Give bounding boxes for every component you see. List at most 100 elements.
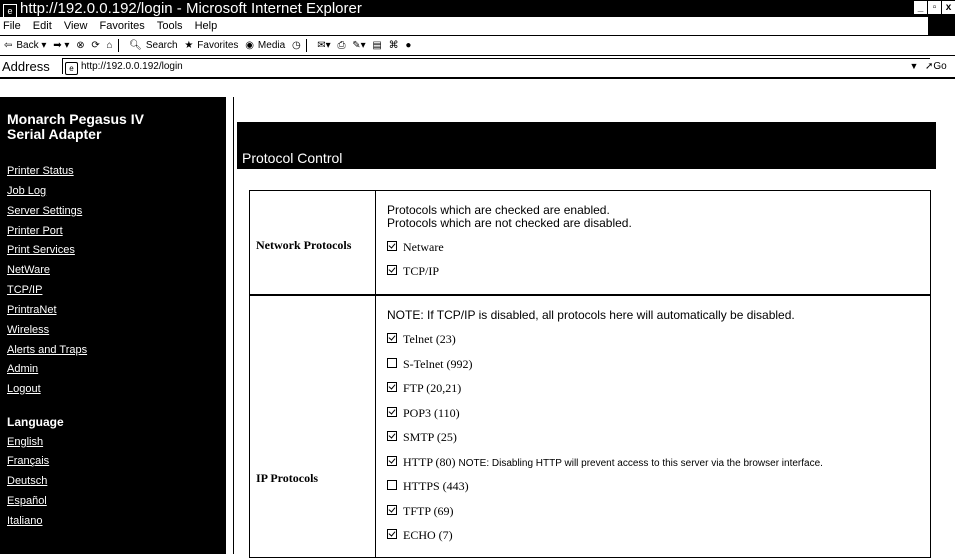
back-button[interactable]: ⇦ Back ▾ — [4, 40, 46, 51]
http-label: HTTP (80) — [403, 455, 456, 469]
menu-help[interactable]: Help — [195, 20, 218, 32]
echo-checkbox[interactable]: ECHO (7) — [387, 529, 453, 542]
sidebar: Monarch Pegasus IV Serial Adapter Printe… — [0, 97, 226, 554]
telnet-checkbox[interactable]: Telnet (23) — [387, 333, 456, 346]
go-label: Go — [933, 61, 947, 72]
checkbox-unchecked-icon — [387, 480, 397, 490]
close-button[interactable]: x — [942, 1, 955, 14]
checkbox-checked-icon — [387, 529, 397, 539]
page-title: Protocol Control — [242, 150, 343, 166]
minimize-button[interactable]: _ — [914, 1, 927, 14]
s-telnet-label: S-Telnet (992) — [403, 357, 473, 371]
window-controls: _ ▫ x — [914, 1, 955, 14]
sidebar-link-wireless[interactable]: Wireless — [7, 324, 49, 337]
product-title-line1: Monarch Pegasus IV — [7, 111, 144, 127]
sidebar-link-tcpip[interactable]: TCP/IP — [7, 284, 42, 297]
checkbox-checked-icon — [387, 241, 397, 251]
network-info-line2: Protocols which are not checked are disa… — [387, 216, 632, 230]
search-button[interactable]: 🔍︎ Search — [129, 40, 177, 51]
language-link-deutsch[interactable]: Deutsch — [7, 475, 47, 488]
page-icon: e — [65, 62, 78, 75]
sidebar-link-netware[interactable]: NetWare — [7, 264, 50, 277]
checkbox-checked-icon — [387, 333, 397, 343]
media-label: Media — [257, 40, 286, 51]
media-button[interactable]: ◉ Media — [245, 40, 285, 51]
home-icon[interactable]: ⌂ — [107, 40, 113, 51]
checkbox-checked-icon — [387, 505, 397, 515]
pop3-label: POP3 (110) — [403, 406, 460, 420]
http-checkbox[interactable]: HTTP (80) NOTE: Disabling HTTP will prev… — [387, 456, 823, 470]
address-url: http://192.0.0.192/login — [81, 61, 183, 72]
maximize-button[interactable]: ▫ — [928, 1, 941, 14]
telnet-label: Telnet (23) — [403, 332, 456, 346]
language-link-italiano[interactable]: Italiano — [7, 515, 42, 528]
network-protocols-row: Network Protocols Protocols which are ch… — [249, 190, 931, 296]
sidebar-link-job-log[interactable]: Job Log — [7, 185, 46, 198]
sidebar-link-server-settings[interactable]: Server Settings — [7, 205, 82, 218]
checkbox-checked-icon — [387, 456, 397, 466]
forward-button[interactable]: ➡ ▾ — [53, 40, 69, 51]
ip-protocols-label: IP Protocols — [256, 471, 319, 485]
address-input[interactable]: e http://192.0.0.192/login — [62, 58, 930, 75]
search-label: Search — [145, 40, 178, 51]
https-label: HTTPS (443) — [403, 479, 469, 493]
menu-tools[interactable]: Tools — [157, 20, 183, 32]
checkbox-checked-icon — [387, 382, 397, 392]
checkbox-unchecked-icon — [387, 358, 397, 368]
ip-protocols-row: IP Protocols NOTE: If TCP/IP is disabled… — [249, 294, 931, 558]
window-title-bar: e http://192.0.0.192/login - Microsoft In… — [0, 0, 955, 17]
page-header: Protocol Control — [237, 122, 936, 169]
print-icon[interactable]: ⎙ — [337, 40, 345, 51]
sidebar-link-printer-port[interactable]: Printer Port — [7, 225, 63, 238]
sidebar-link-printer-status[interactable]: Printer Status — [7, 165, 74, 178]
language-link-english[interactable]: English — [7, 436, 43, 449]
tftp-checkbox[interactable]: TFTP (69) — [387, 505, 454, 518]
ip-disabled-note: NOTE: If TCP/IP is disabled, all protoco… — [387, 308, 795, 322]
ip-protocols-label-cell: IP Protocols — [250, 295, 376, 557]
windows-logo-icon — [928, 17, 955, 35]
s-telnet-checkbox[interactable]: S-Telnet (992) — [387, 358, 472, 371]
sidebar-link-alerts-and-traps[interactable]: Alerts and Traps — [7, 344, 87, 357]
tftp-label: TFTP (69) — [403, 504, 454, 518]
product-title: Monarch Pegasus IV Serial Adapter — [7, 112, 144, 142]
sidebar-link-print-services[interactable]: Print Services — [7, 244, 75, 257]
toolbar-separator — [118, 38, 120, 52]
address-dropdown-icon[interactable]: ▼ — [906, 58, 922, 74]
research-icon[interactable]: ⌘ — [389, 40, 399, 51]
mail-icon[interactable]: ✉▾ — [317, 40, 330, 51]
language-link-espanol[interactable]: Español — [7, 495, 47, 508]
sidebar-link-printranet[interactable]: PrintraNet — [7, 304, 57, 317]
sidebar-link-logout[interactable]: Logout — [7, 383, 41, 396]
discuss-icon[interactable]: ▤ — [372, 40, 381, 51]
menu-view[interactable]: View — [64, 20, 88, 32]
messenger-icon[interactable]: ● — [405, 40, 411, 51]
language-link-francais[interactable]: Français — [7, 455, 49, 468]
refresh-icon[interactable]: ⟳ — [91, 40, 99, 51]
ie-logo-icon: e — [3, 4, 17, 17]
window-title: http://192.0.0.192/login - Microsoft Int… — [20, 0, 362, 17]
history-icon[interactable]: ◷ — [292, 40, 301, 51]
checkbox-checked-icon — [387, 265, 397, 275]
network-protocols-label: Network Protocols — [256, 238, 352, 252]
go-button[interactable]: ➚Go — [925, 56, 955, 77]
favorites-button[interactable]: ★ Favorites — [184, 40, 238, 51]
pop3-checkbox[interactable]: POP3 (110) — [387, 407, 460, 420]
smtp-checkbox[interactable]: SMTP (25) — [387, 431, 457, 444]
network-protocols-label-cell: Network Protocols — [250, 191, 376, 295]
sidebar-link-admin[interactable]: Admin — [7, 363, 38, 376]
menu-favorites[interactable]: Favorites — [100, 20, 145, 32]
menu-file[interactable]: File — [3, 20, 21, 32]
https-checkbox[interactable]: HTTPS (443) — [387, 480, 469, 493]
network-protocols-options-cell: Protocols which are checked are enabled.… — [376, 191, 930, 295]
menu-edit[interactable]: Edit — [33, 20, 52, 32]
netware-checkbox[interactable]: Netware — [387, 241, 444, 254]
stop-icon[interactable]: ⊗ — [76, 40, 84, 51]
edit-icon[interactable]: ✎▾ — [352, 40, 365, 51]
language-heading: Language — [7, 415, 64, 429]
menu-bar: File Edit View Favorites Tools Help — [0, 17, 955, 36]
address-bar: Address e http://192.0.0.192/login ▼ ➚Go — [0, 56, 955, 79]
toolbar-separator — [306, 38, 308, 52]
tcpip-checkbox[interactable]: TCP/IP — [387, 265, 439, 278]
ftp-checkbox[interactable]: FTP (20,21) — [387, 382, 461, 395]
toolbar: ⇦ Back ▾ ➡ ▾ ⊗ ⟳ ⌂ 🔍︎ Search ★ Favorites ◉ M… — [0, 36, 955, 56]
